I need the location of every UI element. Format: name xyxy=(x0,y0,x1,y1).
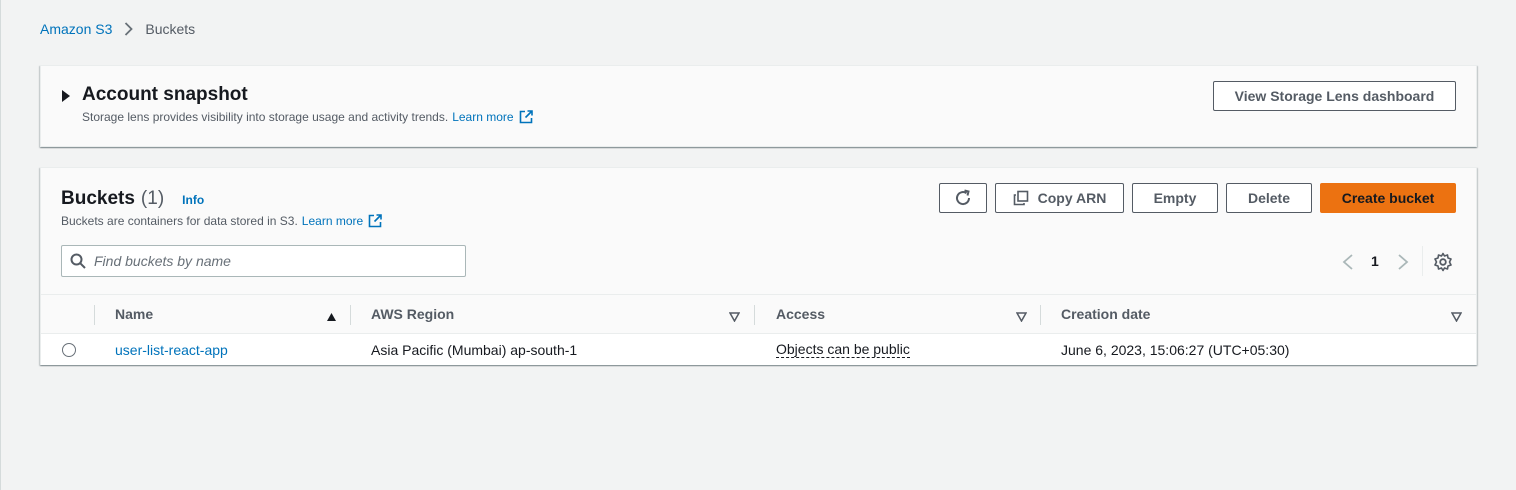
sort-descending-icon[interactable] xyxy=(1450,309,1463,327)
column-divider xyxy=(350,305,351,325)
pagination-divider xyxy=(1422,246,1423,276)
learn-more-label: Learn more xyxy=(452,110,514,124)
account-snapshot-title[interactable]: Account snapshot xyxy=(82,84,248,106)
row-select-radio[interactable] xyxy=(62,343,76,357)
empty-button[interactable]: Empty xyxy=(1132,183,1218,213)
account-snapshot-panel: Account snapshot Storage lens provides v… xyxy=(40,65,1477,147)
next-page-icon[interactable] xyxy=(1396,253,1410,276)
buckets-description: Buckets are containers for data stored i… xyxy=(61,214,382,228)
view-storage-lens-dashboard-button[interactable]: View Storage Lens dashboard xyxy=(1213,81,1456,111)
buckets-title: Buckets xyxy=(61,188,135,209)
table-row[interactable]: user-list-react-app Asia Pacific (Mumbai… xyxy=(41,334,1476,365)
buckets-heading: Buckets (1) Info xyxy=(61,188,204,210)
column-divider xyxy=(754,305,755,325)
copy-icon xyxy=(1013,190,1029,206)
current-page-number[interactable]: 1 xyxy=(1371,253,1379,269)
copy-arn-label: Copy ARN xyxy=(1037,190,1107,206)
external-link-icon xyxy=(519,110,533,124)
breadcrumb-amazon-s3-link[interactable]: Amazon S3 xyxy=(40,21,112,37)
bucket-creation-date: June 6, 2023, 15:06:27 (UTC+05:30) xyxy=(1061,341,1290,358)
bucket-search-input[interactable] xyxy=(94,253,454,269)
account-snapshot-description-text: Storage lens provides visibility into st… xyxy=(82,110,449,124)
delete-button[interactable]: Delete xyxy=(1226,183,1312,213)
chevron-right-icon xyxy=(124,22,134,36)
breadcrumb: Amazon S3 Buckets xyxy=(40,21,195,37)
bucket-name-link[interactable]: user-list-react-app xyxy=(115,342,228,358)
previous-page-icon[interactable] xyxy=(1341,253,1355,276)
copy-arn-button[interactable]: Copy ARN xyxy=(995,183,1124,213)
buckets-panel: Buckets (1) Info Buckets are containers … xyxy=(40,167,1477,365)
column-divider xyxy=(94,305,95,325)
external-link-icon xyxy=(368,214,382,228)
bucket-region: Asia Pacific (Mumbai) ap-south-1 xyxy=(371,341,578,358)
expand-caret-icon[interactable] xyxy=(62,90,70,102)
gear-icon[interactable] xyxy=(1433,252,1453,277)
refresh-button[interactable] xyxy=(939,183,987,213)
buckets-count: (1) xyxy=(140,188,165,209)
create-bucket-button[interactable]: Create bucket xyxy=(1320,183,1456,213)
sort-descending-icon[interactable] xyxy=(1015,309,1028,327)
account-snapshot-description: Storage lens provides visibility into st… xyxy=(82,110,533,124)
column-divider xyxy=(1040,305,1041,325)
column-header-access[interactable]: Access xyxy=(776,295,825,333)
breadcrumb-current: Buckets xyxy=(145,21,196,37)
sort-descending-icon[interactable] xyxy=(728,309,741,327)
buckets-learn-more-link[interactable]: Learn more xyxy=(302,214,382,228)
search-icon xyxy=(70,253,86,269)
column-header-creation-date[interactable]: Creation date xyxy=(1061,295,1150,333)
buckets-description-text: Buckets are containers for data stored i… xyxy=(61,214,298,228)
sort-ascending-icon[interactable] xyxy=(326,309,337,327)
column-header-name[interactable]: Name xyxy=(115,295,153,333)
bucket-search xyxy=(61,245,466,277)
column-header-region[interactable]: AWS Region xyxy=(371,295,454,333)
refresh-icon xyxy=(954,189,972,207)
buckets-info-link[interactable]: Info xyxy=(182,193,204,207)
account-snapshot-learn-more-link[interactable]: Learn more xyxy=(452,110,533,124)
learn-more-label: Learn more xyxy=(301,214,364,228)
bucket-access-status[interactable]: Objects can be public xyxy=(776,341,910,358)
buckets-table-header: Name AWS Region Access Creation date xyxy=(41,294,1476,334)
